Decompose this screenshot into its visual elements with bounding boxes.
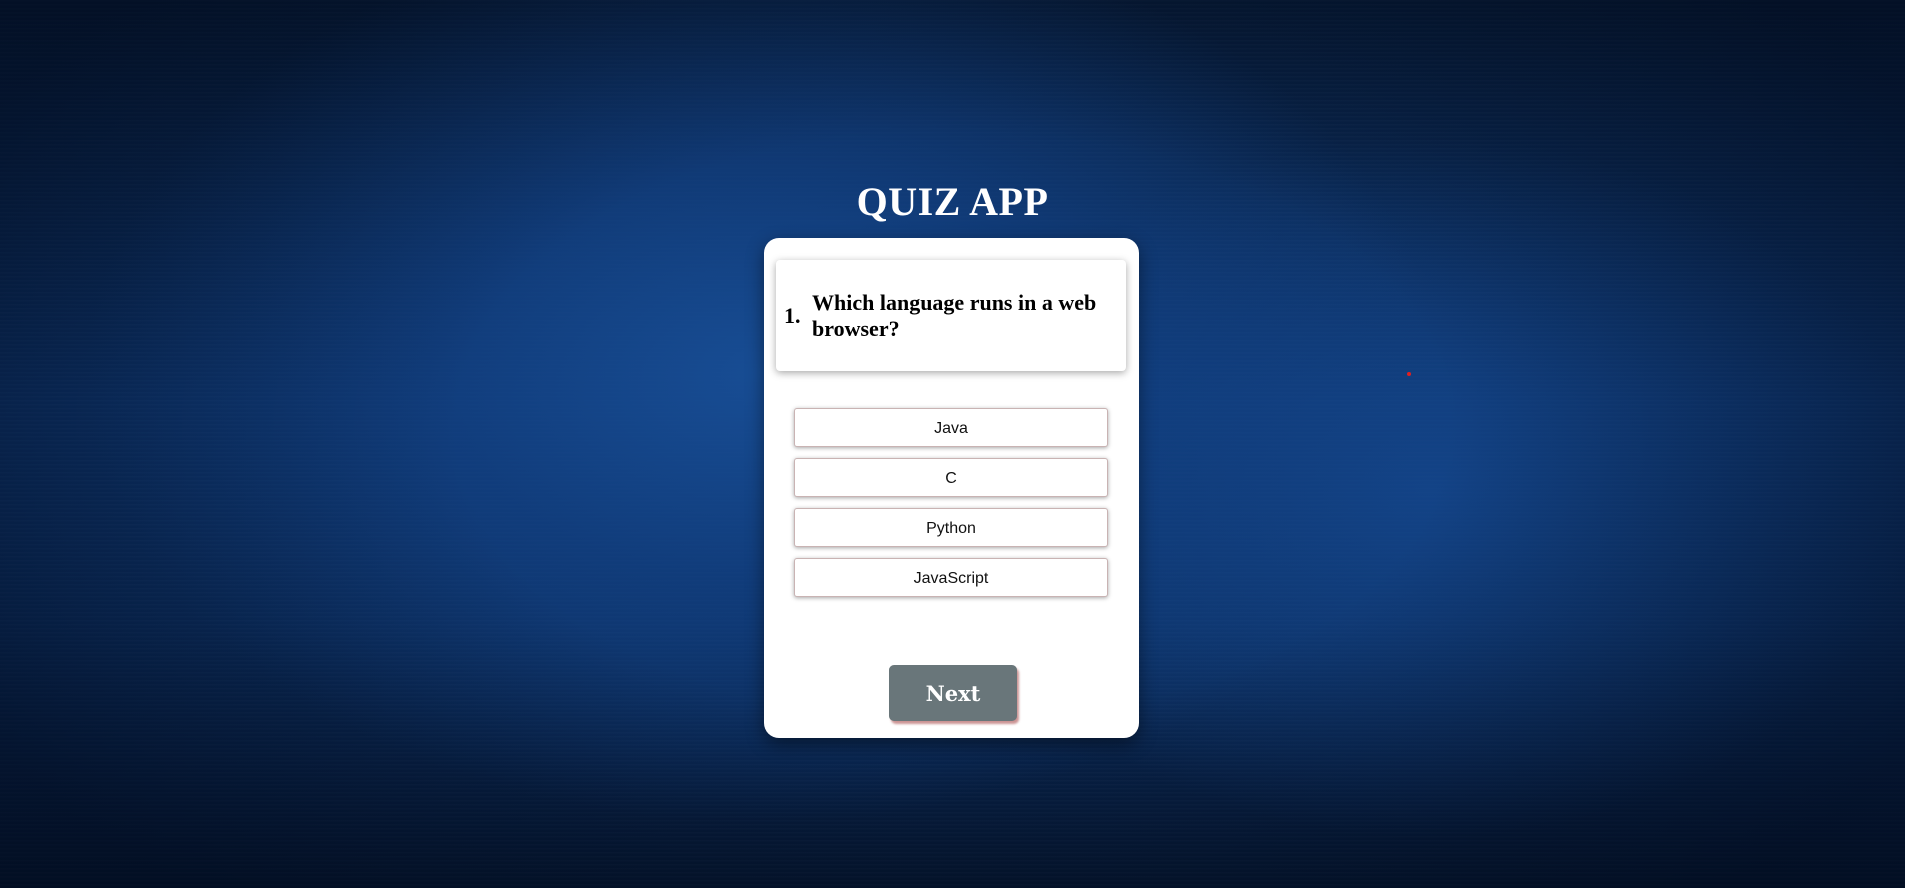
- app-title: QUIZ APP: [856, 179, 1049, 224]
- quiz-card: 1. Which language runs in a web browser?…: [764, 238, 1139, 738]
- next-button[interactable]: Next: [889, 665, 1017, 721]
- question-text: Which language runs in a web browser?: [812, 289, 1097, 341]
- answer-button-java[interactable]: Java: [794, 408, 1108, 447]
- answer-button-python[interactable]: Python: [794, 508, 1108, 547]
- question-number: 1.: [784, 302, 801, 328]
- mouse-cursor-dot: [1407, 372, 1411, 376]
- question-box: 1. Which language runs in a web browser?: [776, 260, 1126, 371]
- answer-button-javascript[interactable]: JavaScript: [794, 558, 1108, 597]
- answer-button-c[interactable]: C: [794, 458, 1108, 497]
- answer-list: Java C Python JavaScript: [794, 408, 1108, 608]
